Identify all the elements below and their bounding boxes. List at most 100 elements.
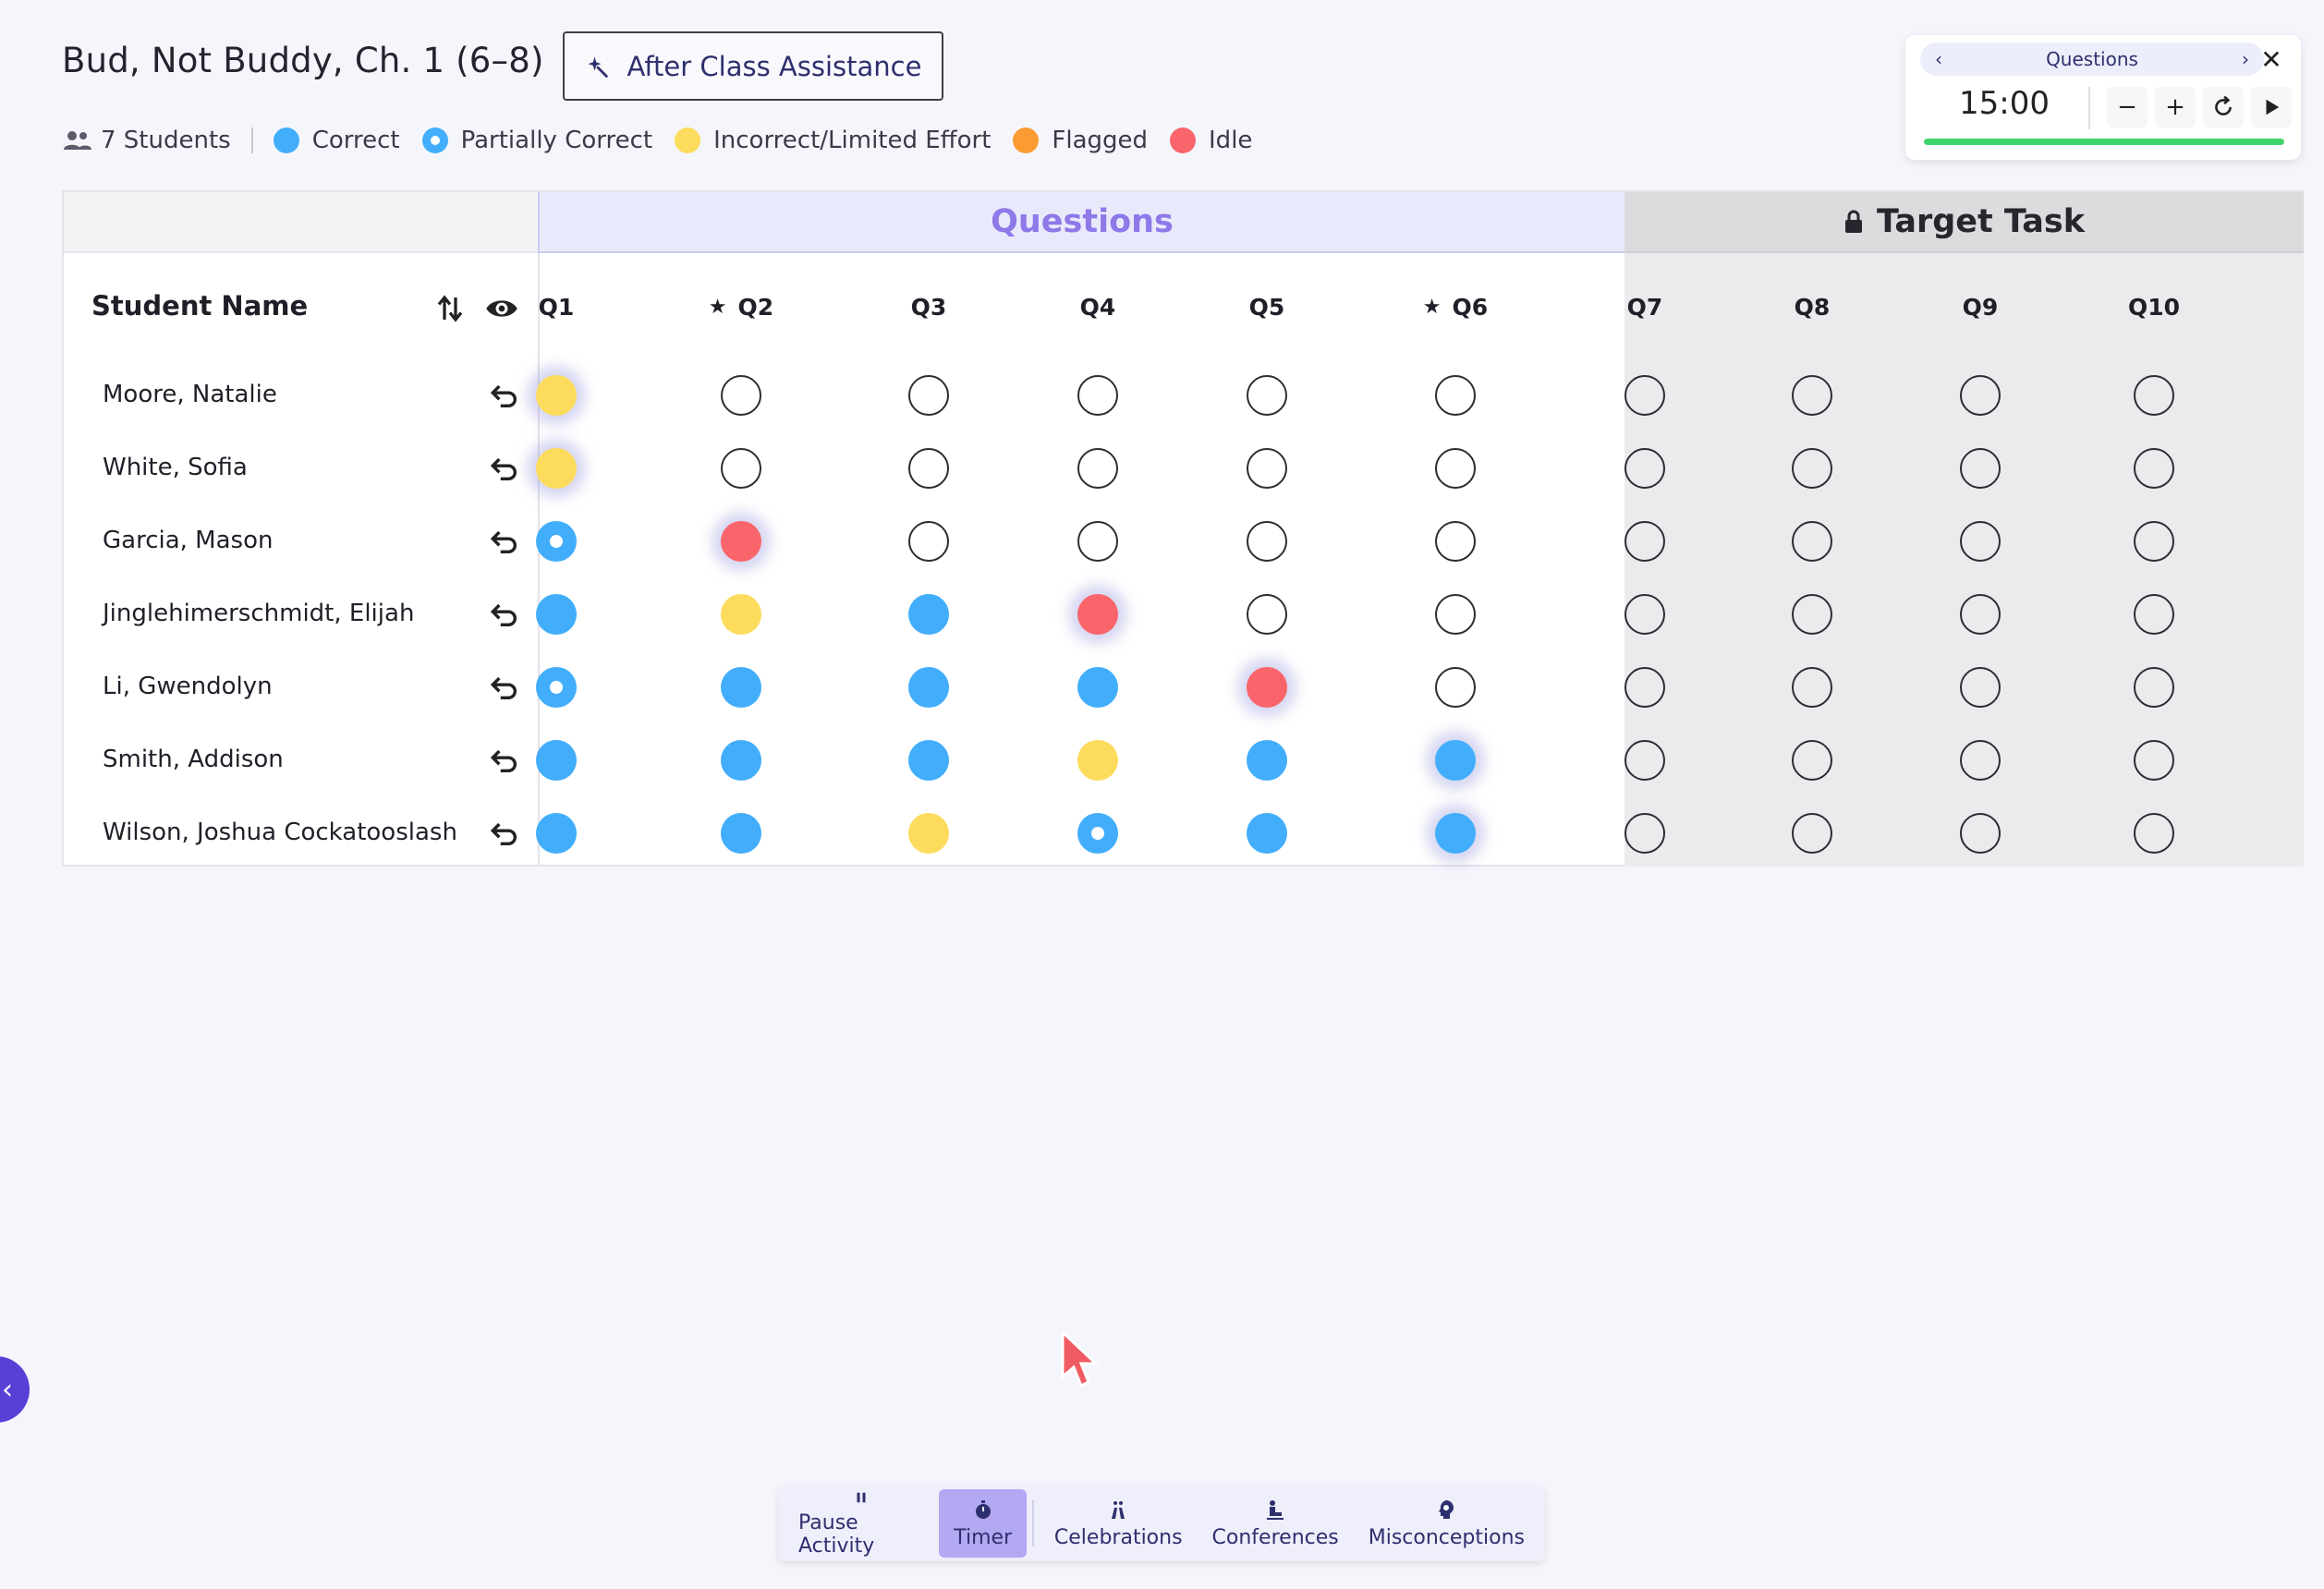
- status-cell-empty[interactable]: [1792, 521, 1832, 562]
- student-name[interactable]: Wilson, Joshua Cockatooslash: [103, 819, 457, 846]
- status-cell-correct[interactable]: [908, 667, 949, 708]
- status-cell-empty[interactable]: [1435, 375, 1476, 416]
- status-cell-empty[interactable]: [1960, 667, 2001, 708]
- undo-icon[interactable]: [489, 380, 520, 411]
- timer-increase-button[interactable]: +: [2155, 87, 2196, 127]
- status-cell-incorrect[interactable]: [908, 813, 949, 854]
- after-class-assistance-button[interactable]: After Class Assistance: [563, 31, 943, 101]
- status-cell-empty[interactable]: [721, 448, 761, 489]
- status-cell-empty[interactable]: [1960, 594, 2001, 635]
- status-cell-empty[interactable]: [2134, 448, 2174, 489]
- status-cell-empty[interactable]: [1624, 594, 1665, 635]
- sort-icon[interactable]: [433, 292, 467, 325]
- timer-decrease-button[interactable]: −: [2107, 87, 2148, 127]
- chevron-left-icon[interactable]: ‹: [1935, 48, 1942, 70]
- undo-icon[interactable]: [489, 745, 520, 776]
- timer-play-button[interactable]: [2251, 87, 2292, 127]
- timer-button[interactable]: Timer: [939, 1489, 1028, 1558]
- status-cell-correct[interactable]: [1077, 667, 1118, 708]
- status-cell-empty[interactable]: [1435, 521, 1476, 562]
- status-cell-empty[interactable]: [1435, 448, 1476, 489]
- status-cell-empty[interactable]: [1960, 375, 2001, 416]
- status-cell-empty[interactable]: [1792, 375, 1832, 416]
- status-cell-correct[interactable]: [721, 740, 761, 781]
- student-name[interactable]: Li, Gwendolyn: [103, 673, 273, 700]
- status-cell-empty[interactable]: [1435, 594, 1476, 635]
- status-cell-partial[interactable]: [536, 667, 577, 708]
- status-cell-empty[interactable]: [1960, 813, 2001, 854]
- timer-reset-button[interactable]: [2203, 87, 2244, 127]
- status-cell-correct[interactable]: [536, 740, 577, 781]
- celebrations-button[interactable]: Celebrations: [1040, 1489, 1198, 1558]
- status-cell-correct[interactable]: [536, 813, 577, 854]
- status-cell-correct[interactable]: [908, 594, 949, 635]
- student-name[interactable]: Moore, Natalie: [103, 381, 277, 408]
- status-cell-empty[interactable]: [2134, 740, 2174, 781]
- status-cell-empty[interactable]: [1792, 594, 1832, 635]
- status-cell-empty[interactable]: [721, 375, 761, 416]
- eye-icon[interactable]: [485, 294, 518, 323]
- status-cell-incorrect[interactable]: [536, 448, 577, 489]
- status-cell-empty[interactable]: [2134, 667, 2174, 708]
- status-cell-correct[interactable]: [721, 667, 761, 708]
- close-icon[interactable]: ✕: [2255, 42, 2288, 76]
- conferences-button[interactable]: Conferences: [1198, 1489, 1354, 1558]
- undo-icon[interactable]: [489, 526, 520, 557]
- status-cell-empty[interactable]: [1247, 448, 1287, 489]
- undo-icon[interactable]: [489, 818, 520, 849]
- undo-icon[interactable]: [489, 453, 520, 484]
- status-cell-correct[interactable]: [721, 813, 761, 854]
- undo-icon[interactable]: [489, 599, 520, 630]
- status-cell-empty[interactable]: [1960, 740, 2001, 781]
- status-cell-empty[interactable]: [908, 521, 949, 562]
- status-cell-empty[interactable]: [1792, 740, 1832, 781]
- status-cell-correct[interactable]: [1247, 813, 1287, 854]
- status-cell-correct[interactable]: [908, 740, 949, 781]
- status-cell-incorrect[interactable]: [1077, 740, 1118, 781]
- student-name[interactable]: Smith, Addison: [103, 746, 284, 773]
- status-cell-correct[interactable]: [1435, 813, 1476, 854]
- status-cell-empty[interactable]: [1960, 448, 2001, 489]
- side-panel-toggle-button[interactable]: ‹: [0, 1356, 30, 1423]
- status-cell-empty[interactable]: [1624, 448, 1665, 489]
- status-cell-empty[interactable]: [1624, 740, 1665, 781]
- status-cell-empty[interactable]: [2134, 594, 2174, 635]
- status-cell-empty[interactable]: [1624, 375, 1665, 416]
- status-cell-empty[interactable]: [2134, 375, 2174, 416]
- status-cell-empty[interactable]: [908, 375, 949, 416]
- status-cell-correct[interactable]: [536, 594, 577, 635]
- chevron-right-icon[interactable]: ›: [2242, 48, 2249, 70]
- status-cell-empty[interactable]: [1792, 448, 1832, 489]
- status-cell-empty[interactable]: [1624, 521, 1665, 562]
- status-cell-empty[interactable]: [2134, 521, 2174, 562]
- student-name[interactable]: White, Sofia: [103, 454, 248, 481]
- status-cell-incorrect[interactable]: [536, 375, 577, 416]
- status-cell-idle[interactable]: [1077, 594, 1118, 635]
- status-cell-idle[interactable]: [1247, 667, 1287, 708]
- status-cell-empty[interactable]: [1624, 667, 1665, 708]
- status-cell-empty[interactable]: [1077, 375, 1118, 416]
- status-cell-empty[interactable]: [1077, 448, 1118, 489]
- status-cell-correct[interactable]: [1435, 740, 1476, 781]
- status-cell-empty[interactable]: [1247, 375, 1287, 416]
- status-cell-empty[interactable]: [1624, 813, 1665, 854]
- student-name[interactable]: Garcia, Mason: [103, 527, 273, 554]
- status-cell-empty[interactable]: [1960, 521, 2001, 562]
- student-name[interactable]: Jinglehimerschmidt, Elijah: [103, 600, 414, 627]
- status-cell-idle[interactable]: [721, 521, 761, 562]
- status-cell-incorrect[interactable]: [721, 594, 761, 635]
- status-cell-partial[interactable]: [536, 521, 577, 562]
- pause-activity-button[interactable]: Pause Activity: [784, 1489, 939, 1558]
- status-cell-partial[interactable]: [1077, 813, 1118, 854]
- status-cell-empty[interactable]: [1247, 594, 1287, 635]
- status-cell-empty[interactable]: [1435, 667, 1476, 708]
- status-cell-empty[interactable]: [908, 448, 949, 489]
- status-cell-empty[interactable]: [1792, 813, 1832, 854]
- status-cell-empty[interactable]: [1792, 667, 1832, 708]
- status-cell-empty[interactable]: [1247, 521, 1287, 562]
- undo-icon[interactable]: [489, 672, 520, 703]
- misconceptions-button[interactable]: Misconceptions: [1354, 1489, 1539, 1558]
- status-cell-empty[interactable]: [1077, 521, 1118, 562]
- status-cell-correct[interactable]: [1247, 740, 1287, 781]
- status-cell-empty[interactable]: [2134, 813, 2174, 854]
